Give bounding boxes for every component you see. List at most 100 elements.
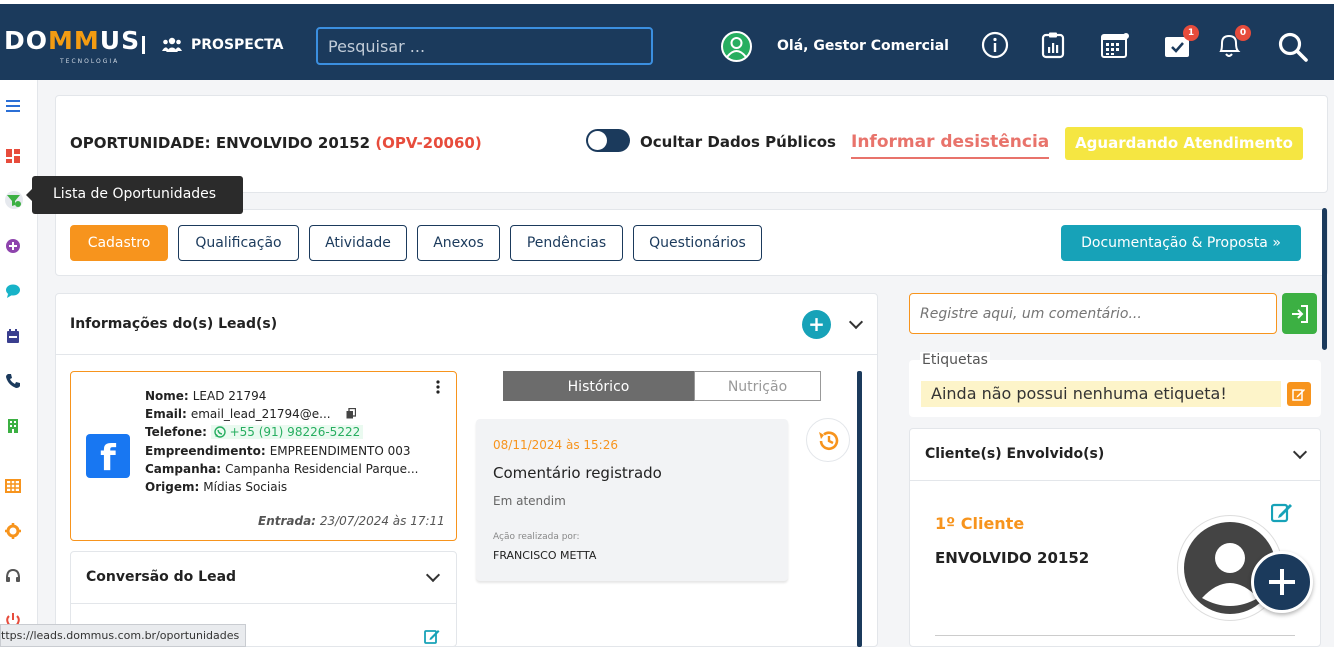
send-comment-button[interactable] <box>1282 293 1317 334</box>
edit-icon <box>1292 389 1305 401</box>
lead-enterprise: EMPREENDIMENTO 003 <box>269 444 411 458</box>
search-icon <box>1278 32 1308 62</box>
user-avatar[interactable] <box>721 31 752 62</box>
lead-campaign-row: Campanha: Campanha Residencial Parque... <box>145 462 418 476</box>
info-icon <box>981 31 1009 59</box>
calendar-button[interactable] <box>1100 31 1130 61</box>
notifications-button[interactable]: 0 <box>1215 25 1251 61</box>
clients-divider <box>909 480 1321 481</box>
sidebar-tooltip: Lista de Oportunidades <box>32 176 243 214</box>
toggle-knob <box>588 131 607 150</box>
calendar-icon <box>7 329 19 343</box>
lead-entry-label: Entrada: <box>258 514 316 528</box>
lead-name: LEAD 21794 <box>192 389 267 403</box>
edit-icon[interactable] <box>424 628 440 644</box>
logo-text-highlight: MM <box>48 26 100 55</box>
sidebar-item-chat[interactable] <box>5 283 23 301</box>
sidebar-toggle[interactable] <box>5 98 23 116</box>
edit-tags-button[interactable] <box>1287 382 1311 406</box>
sidebar-item-opportunities[interactable] <box>5 191 23 209</box>
history-actor: FRANCISCO METTA <box>493 549 597 562</box>
edit-icon[interactable] <box>1271 501 1293 523</box>
copy-icon[interactable] <box>346 407 357 419</box>
lead-phone: +55 (91) 98226-5222 <box>229 425 361 439</box>
tab-historico[interactable]: Histórico <box>503 371 694 401</box>
gear-icon <box>5 523 21 539</box>
funnel-icon <box>5 191 23 209</box>
no-tags-message: Ainda não possui nenhuma etiqueta! <box>921 381 1281 407</box>
floating-add-button[interactable] <box>1251 551 1313 613</box>
sidebar-item-add[interactable] <box>5 238 23 256</box>
reports-button[interactable] <box>1040 31 1070 61</box>
lead-phone-row: Telefone: +55 (91) 98226-5222 <box>145 425 364 439</box>
sidebar-item-support[interactable] <box>5 568 23 586</box>
documentation-proposal-button[interactable]: Documentação & Proposta » <box>1061 225 1301 261</box>
tasks-badge: 1 <box>1183 25 1199 41</box>
sidebar-item-calendar[interactable] <box>5 328 23 346</box>
more-options-icon[interactable] <box>436 380 440 394</box>
toggle-label: Ocultar Dados Públicos <box>640 133 836 151</box>
lead-origin: Mídias Sociais <box>203 480 288 494</box>
phone-icon <box>6 374 20 388</box>
conversion-title: Conversão do Lead <box>86 569 237 585</box>
plus-icon <box>1269 569 1295 595</box>
page-scrollbar[interactable] <box>1322 208 1327 350</box>
lead-name-label: Nome: <box>145 389 189 403</box>
global-search-button[interactable] <box>1277 31 1308 62</box>
grid-icon <box>5 479 21 493</box>
lead-origin-row: Origem: Mídias Sociais <box>145 480 287 494</box>
building-icon <box>8 419 18 433</box>
tab-atividade[interactable]: Atividade <box>309 225 407 261</box>
menu-icon <box>6 100 20 112</box>
clipboard-chart-icon <box>1041 32 1065 59</box>
search-input[interactable] <box>316 27 653 65</box>
logo-text-prefix: DO <box>4 26 49 55</box>
lead-campaign: Campanha Residencial Parque... <box>225 462 419 476</box>
sidebar-item-calls[interactable] <box>5 373 23 391</box>
comment-input[interactable] <box>909 293 1277 334</box>
opportunity-code: (OPV-20060) <box>375 134 482 152</box>
client-divider <box>935 635 1295 636</box>
sidebar-item-settings[interactable] <box>5 523 23 541</box>
tab-nutricao[interactable]: Nutrição <box>694 371 821 401</box>
headset-icon <box>6 568 20 582</box>
lead-campaign-label: Campanha: <box>145 462 222 476</box>
hide-public-data-toggle[interactable] <box>586 129 630 152</box>
notifications-badge: 0 <box>1235 25 1251 41</box>
lead-email: email_lead_21794@e... <box>190 407 331 421</box>
user-icon <box>726 37 747 58</box>
tab-qualificacao[interactable]: Qualificação <box>178 225 299 261</box>
lead-card-divider <box>55 354 878 355</box>
tab-anexos[interactable]: Anexos <box>417 225 500 261</box>
sign-in-icon <box>1292 305 1308 323</box>
lead-phone-link[interactable]: +55 (91) 98226-5222 <box>210 425 364 439</box>
lead-phone-label: Telefone: <box>145 425 207 439</box>
tab-questionarios[interactable]: Questionários <box>633 225 762 261</box>
module-switcher[interactable]: PROSPECTA <box>162 37 283 53</box>
lead-name-row: Nome: LEAD 21794 <box>145 389 266 403</box>
inform-desistance-link[interactable]: Informar desistência <box>851 132 1050 159</box>
plus-circle-icon <box>6 239 20 253</box>
users-icon <box>162 37 182 52</box>
add-lead-button[interactable]: + <box>802 310 831 339</box>
conversion-divider <box>70 603 457 604</box>
dommus-logo[interactable]: DOMMUS <box>4 26 140 55</box>
tags-label: Etiquetas <box>920 352 990 368</box>
lead-enterprise-label: Empreendimento: <box>145 444 266 458</box>
sidebar <box>0 80 38 647</box>
sidebar-item-enterprises[interactable] <box>5 418 23 436</box>
tab-pendencias[interactable]: Pendências <box>510 225 623 261</box>
history-action-label: Ação realizada por: <box>493 532 580 542</box>
lead-email-label: Email: <box>145 407 187 421</box>
history-date: 08/11/2024 às 15:26 <box>493 438 618 452</box>
info-button[interactable] <box>981 31 1011 61</box>
sidebar-item-dashboard[interactable] <box>5 148 23 166</box>
tasks-button[interactable]: 1 <box>1163 25 1199 61</box>
lead-entry-date: Entrada: 23/07/2024 às 17:11 <box>258 514 445 528</box>
lead-enterprise-row: Empreendimento: EMPREENDIMENTO 003 <box>145 444 411 458</box>
status-badge: Aguardando Atendimento <box>1065 127 1303 160</box>
sidebar-item-table[interactable] <box>5 478 23 496</box>
whatsapp-icon <box>214 426 226 438</box>
history-badge <box>806 418 850 462</box>
tab-cadastro[interactable]: Cadastro <box>70 225 168 261</box>
